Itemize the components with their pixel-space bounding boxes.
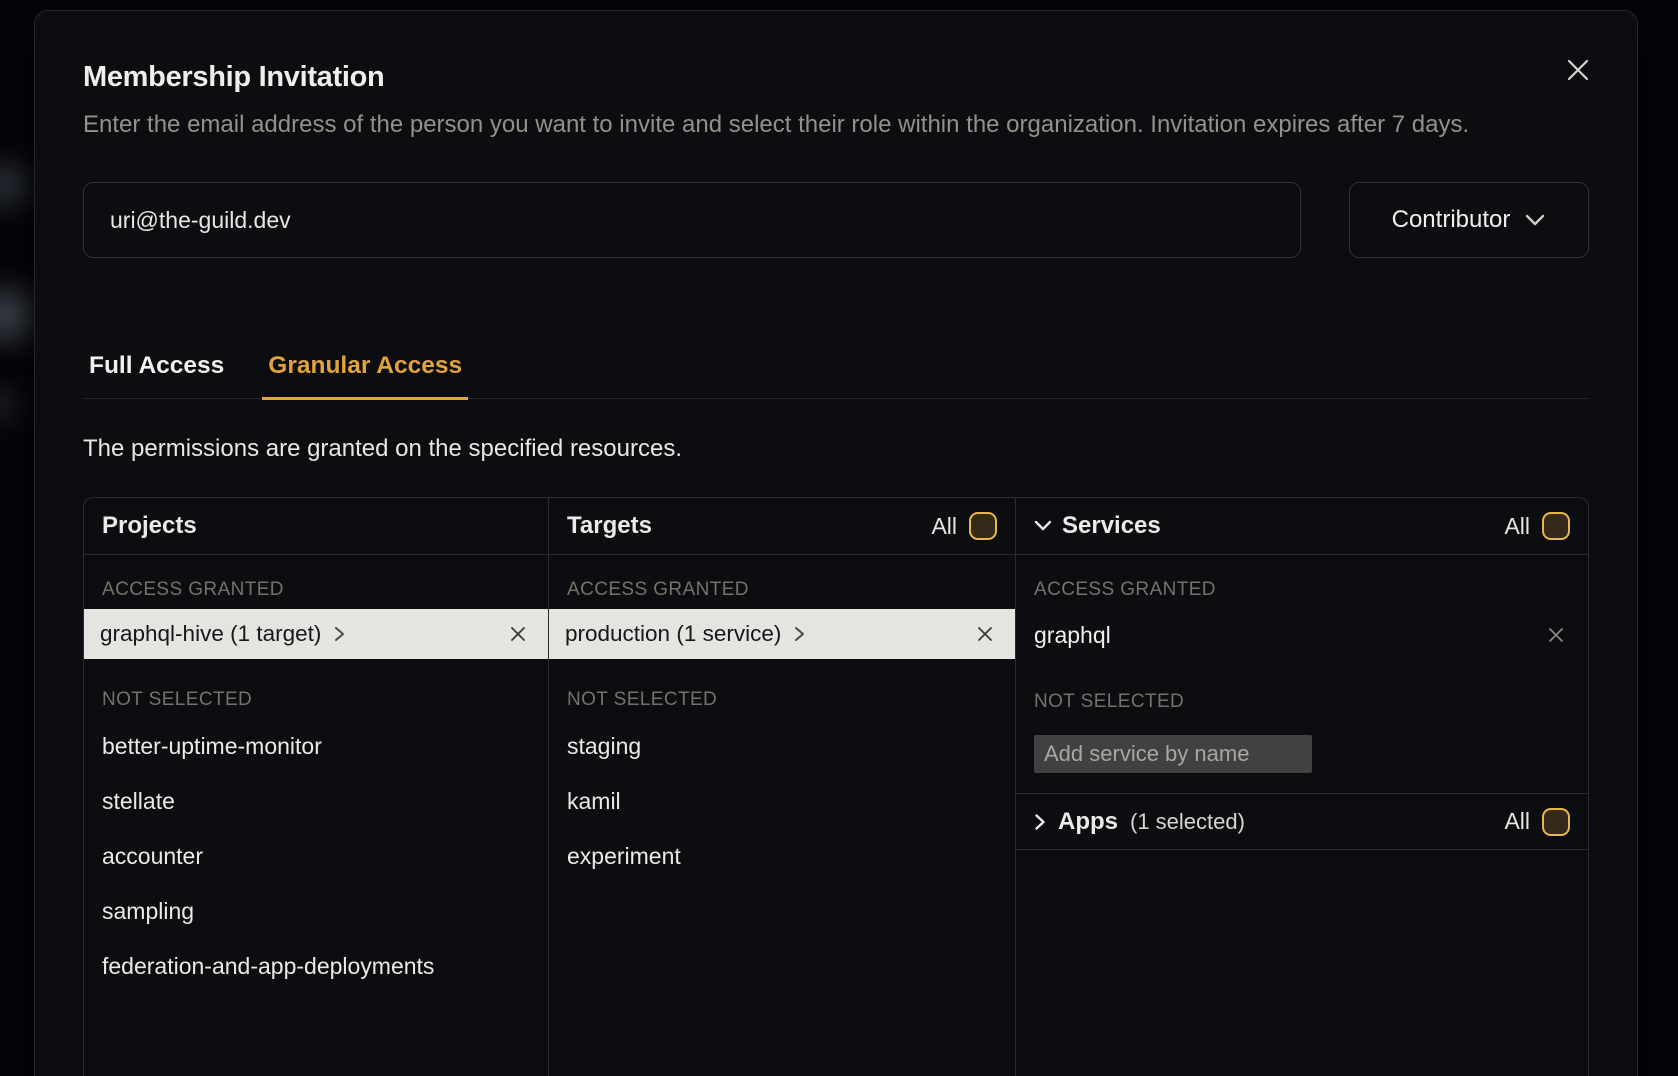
apps-all-label: All <box>1504 808 1530 835</box>
email-input[interactable] <box>83 182 1301 258</box>
targets-access-granted-label: ACCESS GRANTED <box>549 555 1015 609</box>
project-item[interactable]: accounter <box>84 829 548 884</box>
membership-invitation-modal: Membership Invitation Enter the email ad… <box>34 10 1638 1076</box>
tab-full-access[interactable]: Full Access <box>83 352 230 400</box>
projects-not-selected-label: NOT SELECTED <box>84 659 548 719</box>
granted-service-row: graphql <box>1016 609 1588 661</box>
selected-project-label: graphql-hive (1 target) <box>100 621 321 647</box>
targets-all-checkbox[interactable] <box>969 512 997 540</box>
close-icon <box>1565 57 1591 83</box>
chevron-down-icon <box>1524 213 1546 227</box>
granted-service-label: graphql <box>1034 622 1111 649</box>
permissions-note: The permissions are granted on the speci… <box>83 435 1589 463</box>
modal-description: Enter the email address of the person yo… <box>83 108 1585 142</box>
targets-not-selected-label: NOT SELECTED <box>549 659 1015 719</box>
remove-project-button[interactable] <box>504 620 532 648</box>
role-select-label: Contributor <box>1392 206 1511 234</box>
services-header-label: Services <box>1062 512 1161 540</box>
close-button[interactable] <box>1563 55 1593 85</box>
services-access-granted-label: ACCESS GRANTED <box>1016 555 1588 609</box>
chevron-down-icon <box>1034 520 1052 532</box>
projects-header: Projects <box>84 498 548 555</box>
projects-header-label: Projects <box>102 512 197 540</box>
project-item[interactable]: stellate <box>84 774 548 829</box>
access-tabs: Full Access Granular Access <box>83 352 1589 399</box>
resources-table: Projects ACCESS GRANTED graphql-hive (1 … <box>83 497 1589 1076</box>
project-item[interactable]: sampling <box>84 884 548 939</box>
projects-access-granted-label: ACCESS GRANTED <box>84 555 548 609</box>
target-item[interactable]: staging <box>549 719 1015 774</box>
column-targets: Targets All ACCESS GRANTED production (1… <box>549 498 1016 1076</box>
apps-label: Apps <box>1058 808 1118 836</box>
close-icon <box>509 625 527 643</box>
column-projects: Projects ACCESS GRANTED graphql-hive (1 … <box>84 498 549 1076</box>
role-select[interactable]: Contributor <box>1349 182 1589 258</box>
services-all-checkbox[interactable] <box>1542 512 1570 540</box>
services-not-selected-label: NOT SELECTED <box>1016 661 1588 721</box>
modal-title: Membership Invitation <box>83 11 1589 94</box>
project-item[interactable]: better-uptime-monitor <box>84 719 548 774</box>
close-icon <box>976 625 994 643</box>
services-body: ACCESS GRANTED graphql NOT SELECTED <box>1016 555 1588 794</box>
add-service-input[interactable] <box>1034 735 1312 773</box>
services-all-label: All <box>1504 513 1530 540</box>
chevron-right-icon <box>333 625 346 643</box>
apps-all-checkbox[interactable] <box>1542 808 1570 836</box>
services-header[interactable]: Services All <box>1016 498 1588 555</box>
remove-target-button[interactable] <box>971 620 999 648</box>
column-services: Services All ACCESS GRANTED graphql <box>1016 498 1588 1076</box>
selected-target-row[interactable]: production (1 service) <box>549 609 1015 659</box>
targets-header: Targets All <box>549 498 1015 555</box>
target-item[interactable]: kamil <box>549 774 1015 829</box>
remove-service-button[interactable] <box>1542 621 1570 649</box>
targets-header-label: Targets <box>567 512 652 540</box>
selected-target-label: production (1 service) <box>565 621 781 647</box>
chevron-right-icon <box>793 625 806 643</box>
chevron-right-icon <box>1034 813 1046 831</box>
selected-project-row[interactable]: graphql-hive (1 target) <box>84 609 548 659</box>
background-blur <box>0 375 30 435</box>
tab-granular-access[interactable]: Granular Access <box>262 352 468 400</box>
close-icon <box>1546 625 1566 645</box>
apps-row[interactable]: Apps (1 selected) All <box>1016 794 1588 850</box>
targets-all-label: All <box>931 513 957 540</box>
invite-form-row: Contributor <box>83 182 1589 258</box>
target-item[interactable]: experiment <box>549 829 1015 884</box>
apps-count: (1 selected) <box>1130 809 1245 835</box>
project-item[interactable]: federation-and-app-deployments <box>84 939 548 994</box>
